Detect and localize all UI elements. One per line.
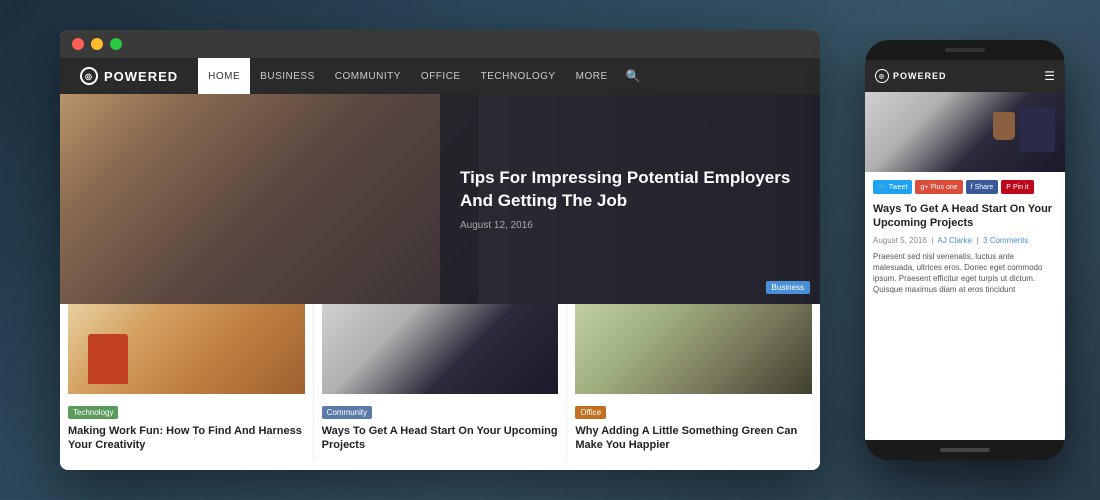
card-3[interactable]: Office Why Adding A Little Something Gre… — [567, 304, 820, 461]
site-navigation: ◎ POWERED HOME BUSINESS COMMUNITY OFFICE… — [60, 58, 820, 94]
twitter-icon: 🐦 — [878, 183, 887, 191]
coffee-decoration — [993, 112, 1015, 140]
pinterest-icon: P — [1006, 184, 1011, 191]
share-button[interactable]: f Share — [966, 180, 999, 194]
card-3-image — [575, 304, 812, 394]
notebook-decoration — [1020, 107, 1055, 152]
site-logo: ◎ POWERED — [80, 67, 178, 85]
mobile-comments[interactable]: 3 Comments — [983, 236, 1028, 245]
home-bar — [865, 440, 1065, 460]
card-1-title: Making Work Fun: How To Find And Harness… — [68, 424, 305, 453]
tweet-button[interactable]: 🐦 Tweet — [873, 180, 912, 194]
card-3-badge: Office — [575, 406, 606, 419]
hero-title: Tips For Impressing Potential Employers … — [460, 167, 800, 211]
plusone-button[interactable]: g+ Plus one — [915, 180, 962, 194]
mobile-article-meta: August 5, 2016 | AJ Clarke | 3 Comments — [873, 236, 1057, 245]
card-2[interactable]: Community Ways To Get A Head Start On Yo… — [314, 304, 568, 461]
main-content: Tips For Impressing Potential Employers … — [60, 94, 820, 470]
mobile-screen: ◎ POWERED ☰ 🐦 Tweet g+ Plus one — [865, 60, 1065, 440]
card-2-image — [322, 304, 559, 394]
pinit-button[interactable]: P Pin it — [1001, 180, 1033, 194]
mobile-excerpt: Praesent sed nisl venenatis, luctus ante… — [873, 251, 1057, 296]
mobile-hero-image — [865, 92, 1065, 172]
mobile-nav: ◎ POWERED ☰ — [865, 60, 1065, 92]
mobile-logo: ◎ POWERED — [875, 69, 947, 83]
mobile-author[interactable]: AJ Clarke — [937, 236, 972, 245]
close-button[interactable] — [72, 38, 84, 50]
mobile-logo-icon: ◎ — [875, 69, 889, 83]
mobile-device: ◎ POWERED ☰ 🐦 Tweet g+ Plus one — [865, 40, 1065, 460]
browser-window: ◎ POWERED HOME BUSINESS COMMUNITY OFFICE… — [60, 30, 820, 470]
maximize-button[interactable] — [110, 38, 122, 50]
logo-text: POWERED — [104, 69, 178, 84]
hero-person-image — [60, 94, 478, 304]
hero-category-badge: Business — [766, 281, 810, 294]
logo-icon: ◎ — [80, 67, 98, 85]
google-icon: g+ — [920, 184, 928, 191]
mobile-date: August 5, 2016 — [873, 236, 927, 245]
speaker-bar — [945, 48, 985, 52]
minimize-button[interactable] — [91, 38, 103, 50]
nav-item-more[interactable]: MORE — [566, 58, 618, 94]
card-3-title: Why Adding A Little Something Green Can … — [575, 424, 812, 453]
nav-list: HOME BUSINESS COMMUNITY OFFICE TECHNOLOG… — [198, 58, 617, 94]
card-2-badge: Community — [322, 406, 372, 419]
card-1[interactable]: Technology Making Work Fun: How To Find … — [60, 304, 314, 461]
chair-decoration — [88, 334, 128, 384]
mobile-article-title: Ways To Get A Head Start On Your Upcomin… — [873, 202, 1057, 231]
hamburger-icon[interactable]: ☰ — [1044, 69, 1055, 83]
cards-row: Technology Making Work Fun: How To Find … — [60, 304, 820, 461]
card-1-image — [68, 304, 305, 394]
card-1-badge: Technology — [68, 406, 118, 419]
nav-item-community[interactable]: COMMUNITY — [325, 58, 411, 94]
nav-item-home[interactable]: HOME — [198, 58, 250, 94]
nav-item-technology[interactable]: TECHNOLOGY — [471, 58, 566, 94]
search-icon[interactable]: 🔍 — [626, 69, 641, 83]
mobile-logo-text: POWERED — [893, 71, 947, 81]
nav-item-business[interactable]: BUSINESS — [250, 58, 325, 94]
hero-date: August 12, 2016 — [460, 220, 800, 231]
mobile-body: 🐦 Tweet g+ Plus one f Share P Pin it Way… — [865, 172, 1065, 440]
nav-item-office[interactable]: OFFICE — [411, 58, 471, 94]
facebook-icon: f — [971, 184, 973, 191]
hero-overlay: Tips For Impressing Potential Employers … — [440, 94, 820, 304]
hero-article[interactable]: Tips For Impressing Potential Employers … — [60, 94, 820, 304]
home-indicator — [940, 448, 990, 452]
titlebar — [60, 30, 820, 58]
social-buttons: 🐦 Tweet g+ Plus one f Share P Pin it — [873, 180, 1057, 194]
card-2-title: Ways To Get A Head Start On Your Upcomin… — [322, 424, 559, 453]
mobile-speaker — [865, 40, 1065, 60]
